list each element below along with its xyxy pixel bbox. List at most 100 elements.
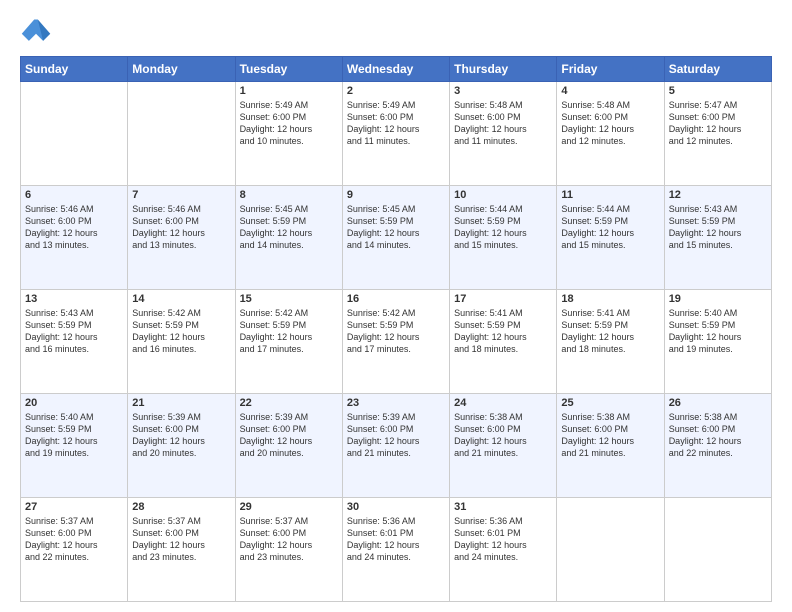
day-number: 17 — [454, 293, 552, 305]
cell-info: Sunrise: 5:43 AMSunset: 5:59 PMDaylight:… — [669, 203, 767, 252]
day-number: 6 — [25, 189, 123, 201]
logo-icon — [20, 16, 52, 48]
cell-info: Sunrise: 5:37 AMSunset: 6:00 PMDaylight:… — [132, 515, 230, 564]
cell-info: Sunrise: 5:39 AMSunset: 6:00 PMDaylight:… — [347, 411, 445, 460]
cell-info: Sunrise: 5:45 AMSunset: 5:59 PMDaylight:… — [347, 203, 445, 252]
cell-info: Sunrise: 5:47 AMSunset: 6:00 PMDaylight:… — [669, 99, 767, 148]
cell-info: Sunrise: 5:45 AMSunset: 5:59 PMDaylight:… — [240, 203, 338, 252]
calendar-cell — [664, 498, 771, 602]
calendar-cell: 3 Sunrise: 5:48 AMSunset: 6:00 PMDaylight… — [450, 82, 557, 186]
cell-info: Sunrise: 5:36 AMSunset: 6:01 PMDaylight:… — [347, 515, 445, 564]
calendar-cell: 6 Sunrise: 5:46 AMSunset: 6:00 PMDaylight… — [21, 186, 128, 290]
day-number: 29 — [240, 501, 338, 513]
calendar-cell: 18 Sunrise: 5:41 AMSunset: 5:59 PMDayligh… — [557, 290, 664, 394]
cell-info: Sunrise: 5:48 AMSunset: 6:00 PMDaylight:… — [561, 99, 659, 148]
day-number: 26 — [669, 397, 767, 409]
calendar-cell: 24 Sunrise: 5:38 AMSunset: 6:00 PMDayligh… — [450, 394, 557, 498]
header — [20, 16, 772, 48]
col-header-saturday: Saturday — [664, 57, 771, 82]
cell-info: Sunrise: 5:40 AMSunset: 5:59 PMDaylight:… — [669, 307, 767, 356]
col-header-sunday: Sunday — [21, 57, 128, 82]
cell-info: Sunrise: 5:40 AMSunset: 5:59 PMDaylight:… — [25, 411, 123, 460]
calendar-cell: 25Sunrise: 5:38 AMSunset: 6:00 PMDayligh… — [557, 394, 664, 498]
col-header-thursday: Thursday — [450, 57, 557, 82]
calendar-cell: 29 Sunrise: 5:37 AMSunset: 6:00 PMDayligh… — [235, 498, 342, 602]
calendar-cell: 21 Sunrise: 5:39 AMSunset: 6:00 PMDayligh… — [128, 394, 235, 498]
calendar-cell: 14 Sunrise: 5:42 AMSunset: 5:59 PMDayligh… — [128, 290, 235, 394]
cell-info: Sunrise: 5:42 AMSunset: 5:59 PMDaylight:… — [132, 307, 230, 356]
week-row-3: 20 Sunrise: 5:40 AMSunset: 5:59 PMDayligh… — [21, 394, 772, 498]
cell-info: Sunrise: 5:38 AMSunset: 6:00 PMDaylight:… — [454, 411, 552, 460]
week-row-2: 13Sunrise: 5:43 AMSunset: 5:59 PMDayligh… — [21, 290, 772, 394]
day-number: 4 — [561, 85, 659, 97]
calendar-cell: 28Sunrise: 5:37 AMSunset: 6:00 PMDayligh… — [128, 498, 235, 602]
day-number: 30 — [347, 501, 445, 513]
calendar-cell: 13Sunrise: 5:43 AMSunset: 5:59 PMDayligh… — [21, 290, 128, 394]
calendar-cell: 9 Sunrise: 5:45 AMSunset: 5:59 PMDaylight… — [342, 186, 449, 290]
col-header-friday: Friday — [557, 57, 664, 82]
day-number: 3 — [454, 85, 552, 97]
calendar-cell: 26 Sunrise: 5:38 AMSunset: 6:00 PMDayligh… — [664, 394, 771, 498]
calendar-cell: 31 Sunrise: 5:36 AMSunset: 6:01 PMDayligh… — [450, 498, 557, 602]
day-number: 22 — [240, 397, 338, 409]
cell-info: Sunrise: 5:38 AMSunset: 6:00 PMDaylight:… — [669, 411, 767, 460]
cell-info: Sunrise: 5:37 AMSunset: 6:00 PMDaylight:… — [25, 515, 123, 564]
calendar-cell: 17Sunrise: 5:41 AMSunset: 5:59 PMDayligh… — [450, 290, 557, 394]
calendar-cell: 8 Sunrise: 5:45 AMSunset: 5:59 PMDaylight… — [235, 186, 342, 290]
calendar-cell: 7Sunrise: 5:46 AMSunset: 6:00 PMDaylight… — [128, 186, 235, 290]
page: SundayMondayTuesdayWednesdayThursdayFrid… — [0, 0, 792, 612]
calendar-cell: 5 Sunrise: 5:47 AMSunset: 6:00 PMDaylight… — [664, 82, 771, 186]
cell-info: Sunrise: 5:42 AMSunset: 5:59 PMDaylight:… — [347, 307, 445, 356]
calendar-cell: 27 Sunrise: 5:37 AMSunset: 6:00 PMDayligh… — [21, 498, 128, 602]
cell-info: Sunrise: 5:49 AMSunset: 6:00 PMDaylight:… — [347, 99, 445, 148]
calendar-cell: 15Sunrise: 5:42 AMSunset: 5:59 PMDayligh… — [235, 290, 342, 394]
day-number: 18 — [561, 293, 659, 305]
cell-info: Sunrise: 5:39 AMSunset: 6:00 PMDaylight:… — [132, 411, 230, 460]
cell-info: Sunrise: 5:48 AMSunset: 6:00 PMDaylight:… — [454, 99, 552, 148]
calendar-cell: 10 Sunrise: 5:44 AMSunset: 5:59 PMDayligh… — [450, 186, 557, 290]
calendar-cell — [21, 82, 128, 186]
cell-info: Sunrise: 5:46 AMSunset: 6:00 PMDaylight:… — [25, 203, 123, 252]
calendar-cell: 12Sunrise: 5:43 AMSunset: 5:59 PMDayligh… — [664, 186, 771, 290]
calendar-cell — [128, 82, 235, 186]
calendar-cell: 16 Sunrise: 5:42 AMSunset: 5:59 PMDayligh… — [342, 290, 449, 394]
day-number: 24 — [454, 397, 552, 409]
day-number: 11 — [561, 189, 659, 201]
cell-info: Sunrise: 5:37 AMSunset: 6:00 PMDaylight:… — [240, 515, 338, 564]
calendar-cell: 22 Sunrise: 5:39 AMSunset: 6:00 PMDayligh… — [235, 394, 342, 498]
col-header-tuesday: Tuesday — [235, 57, 342, 82]
calendar-cell: 30 Sunrise: 5:36 AMSunset: 6:01 PMDayligh… — [342, 498, 449, 602]
calendar-cell: 11 Sunrise: 5:44 AMSunset: 5:59 PMDayligh… — [557, 186, 664, 290]
cell-info: Sunrise: 5:44 AMSunset: 5:59 PMDaylight:… — [454, 203, 552, 252]
calendar-cell — [557, 498, 664, 602]
day-number: 2 — [347, 85, 445, 97]
day-number: 13 — [25, 293, 123, 305]
day-number: 27 — [25, 501, 123, 513]
day-number: 19 — [669, 293, 767, 305]
cell-info: Sunrise: 5:42 AMSunset: 5:59 PMDaylight:… — [240, 307, 338, 356]
cell-info: Sunrise: 5:49 AMSunset: 6:00 PMDaylight:… — [240, 99, 338, 148]
week-row-1: 6 Sunrise: 5:46 AMSunset: 6:00 PMDaylight… — [21, 186, 772, 290]
day-number: 14 — [132, 293, 230, 305]
day-number: 8 — [240, 189, 338, 201]
day-number: 9 — [347, 189, 445, 201]
calendar-cell: 23 Sunrise: 5:39 AMSunset: 6:00 PMDayligh… — [342, 394, 449, 498]
cell-info: Sunrise: 5:39 AMSunset: 6:00 PMDaylight:… — [240, 411, 338, 460]
day-number: 21 — [132, 397, 230, 409]
cell-info: Sunrise: 5:41 AMSunset: 5:59 PMDaylight:… — [561, 307, 659, 356]
cell-info: Sunrise: 5:36 AMSunset: 6:01 PMDaylight:… — [454, 515, 552, 564]
logo — [20, 16, 56, 48]
calendar-cell: 4 Sunrise: 5:48 AMSunset: 6:00 PMDaylight… — [557, 82, 664, 186]
day-number: 23 — [347, 397, 445, 409]
day-number: 16 — [347, 293, 445, 305]
day-number: 20 — [25, 397, 123, 409]
day-number: 1 — [240, 85, 338, 97]
day-number: 31 — [454, 501, 552, 513]
calendar-table: SundayMondayTuesdayWednesdayThursdayFrid… — [20, 56, 772, 602]
day-number: 5 — [669, 85, 767, 97]
header-row: SundayMondayTuesdayWednesdayThursdayFrid… — [21, 57, 772, 82]
day-number: 10 — [454, 189, 552, 201]
col-header-monday: Monday — [128, 57, 235, 82]
cell-info: Sunrise: 5:44 AMSunset: 5:59 PMDaylight:… — [561, 203, 659, 252]
calendar-cell: 19 Sunrise: 5:40 AMSunset: 5:59 PMDayligh… — [664, 290, 771, 394]
